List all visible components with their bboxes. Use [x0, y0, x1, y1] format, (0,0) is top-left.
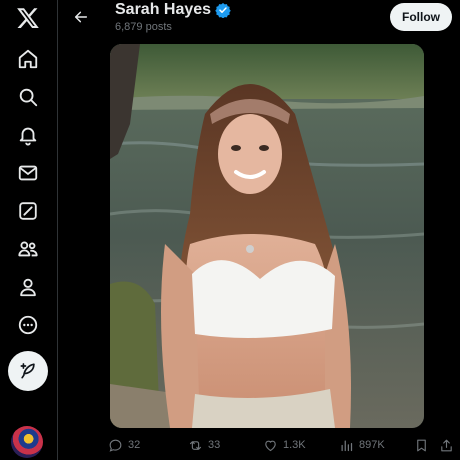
bar-chart-icon — [339, 438, 354, 453]
post-action-bar: 32 33 1.3K 897K — [58, 434, 460, 456]
like-button[interactable]: 1.3K — [263, 434, 306, 456]
post-button[interactable] — [8, 351, 48, 391]
people-icon[interactable] — [15, 236, 41, 262]
back-button[interactable] — [70, 6, 92, 28]
post-count: 6,879 posts — [115, 21, 172, 33]
person-icon[interactable] — [15, 274, 41, 300]
repost-count: 33 — [208, 439, 221, 451]
title-row: Sarah Hayes — [115, 1, 231, 19]
views-button[interactable]: 897K — [339, 434, 385, 456]
heart-icon — [263, 438, 278, 453]
mail-icon[interactable] — [15, 160, 41, 186]
view-count: 897K — [359, 439, 385, 451]
repost-icon — [188, 438, 203, 453]
like-count: 1.3K — [283, 439, 306, 451]
bookmark-button[interactable] — [414, 434, 429, 456]
share-icon — [439, 438, 454, 453]
feather-plus-icon — [18, 361, 38, 381]
more-icon[interactable] — [15, 312, 41, 338]
reply-button[interactable]: 32 — [108, 434, 140, 456]
grok-icon[interactable] — [15, 198, 41, 224]
bell-icon[interactable] — [15, 122, 41, 148]
follow-button[interactable]: Follow — [390, 3, 452, 31]
avatar[interactable] — [11, 426, 43, 458]
reply-icon — [108, 438, 123, 453]
repost-button[interactable]: 33 — [188, 434, 220, 456]
verified-badge-icon — [215, 2, 231, 18]
arrow-left-icon — [73, 9, 89, 25]
bookmark-icon — [414, 438, 429, 453]
search-icon[interactable] — [15, 84, 41, 110]
app-root: Sarah Hayes 6,879 posts Follow 32 33 1.3… — [0, 0, 460, 460]
nav-rail — [0, 0, 58, 460]
post-media-image[interactable] — [110, 44, 424, 428]
share-button[interactable] — [439, 434, 454, 456]
reply-count: 32 — [128, 439, 141, 451]
profile-header: Sarah Hayes 6,879 posts Follow — [58, 0, 460, 40]
x-logo-icon[interactable] — [16, 6, 40, 30]
profile-name: Sarah Hayes — [115, 1, 212, 18]
home-icon[interactable] — [15, 46, 41, 72]
